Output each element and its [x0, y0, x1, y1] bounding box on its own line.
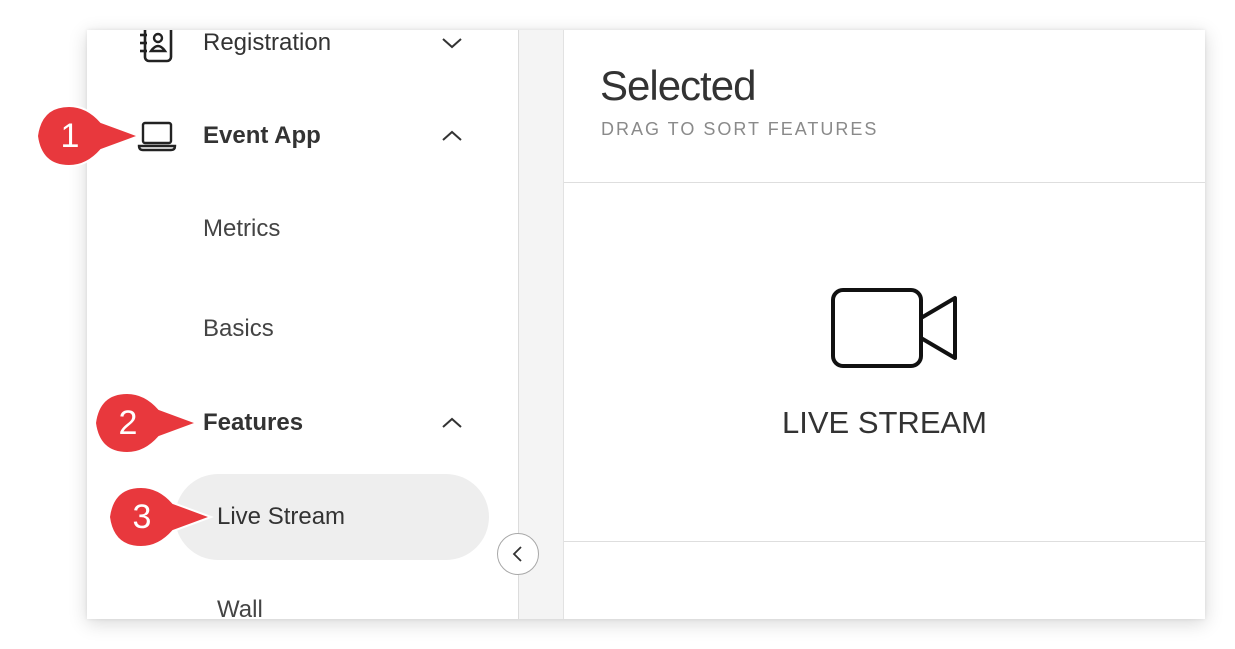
- callout-number: 3: [132, 498, 152, 536]
- sidebar-subitem-label: Wall: [217, 596, 263, 619]
- sidebar-item-event-app[interactable]: Event App: [87, 106, 518, 166]
- app-window: Registration Event App Metrics Basics Fe…: [87, 30, 1205, 619]
- address-book-icon: [140, 30, 173, 63]
- sidebar-gutter: [519, 30, 564, 619]
- sidebar-subitem-label: Metrics: [203, 215, 281, 242]
- sidebar-subitem-label: Basics: [203, 315, 274, 342]
- step-callout-3: 3: [103, 485, 215, 553]
- sidebar-item-label: Event App: [203, 122, 321, 149]
- callout-number: 2: [118, 404, 138, 442]
- sidebar-item-registration[interactable]: Registration: [87, 30, 518, 73]
- collapse-sidebar-button[interactable]: [497, 533, 539, 575]
- laptop-icon: [137, 121, 177, 152]
- page-subtitle: DRAG TO SORT FEATURES: [601, 119, 879, 139]
- feature-card-live-stream[interactable]: LIVE STREAM: [564, 183, 1205, 542]
- chevron-up-icon[interactable]: [441, 129, 463, 143]
- main-panel: Selected DRAG TO SORT FEATURES LIVE STRE…: [564, 30, 1205, 619]
- video-camera-icon: [831, 288, 957, 368]
- feature-card-label: LIVE STREAM: [782, 405, 987, 440]
- page-title: Selected: [600, 62, 756, 109]
- sidebar-subitem-basics[interactable]: Basics: [87, 299, 518, 359]
- step-callout-2: 2: [89, 391, 201, 459]
- sidebar-subitem-label: Live Stream: [217, 503, 346, 530]
- chevron-left-icon: [512, 546, 522, 562]
- chevron-down-icon[interactable]: [441, 36, 463, 50]
- sidebar-item-label: Registration: [203, 30, 332, 56]
- sidebar-subitem-metrics[interactable]: Metrics: [87, 199, 518, 259]
- panel-header: Selected DRAG TO SORT FEATURES: [564, 30, 1205, 183]
- step-callout-1: 1: [31, 104, 143, 172]
- sidebar-item-label: Features: [203, 409, 304, 436]
- callout-number: 1: [60, 117, 80, 155]
- sidebar-subitem-wall[interactable]: Wall: [87, 580, 518, 619]
- chevron-up-icon[interactable]: [441, 416, 463, 430]
